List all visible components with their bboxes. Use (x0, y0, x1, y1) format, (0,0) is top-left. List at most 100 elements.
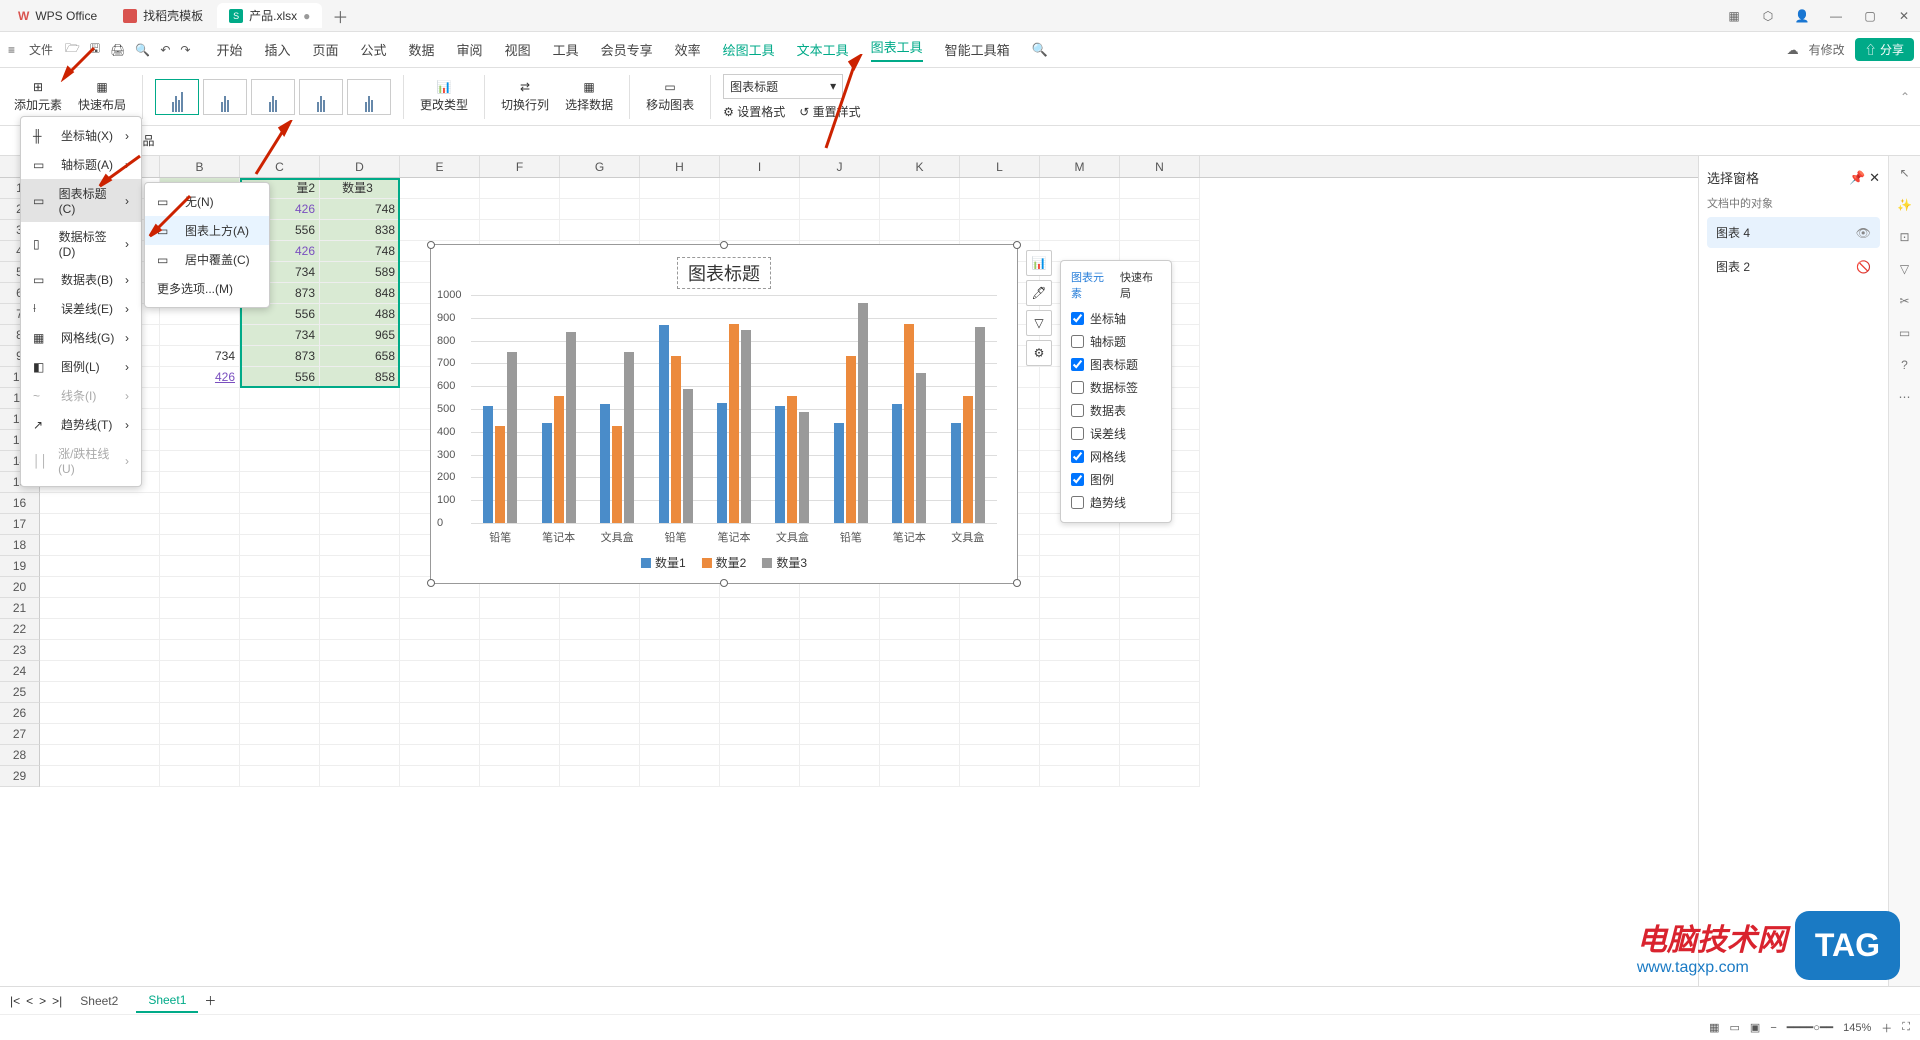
tab-formula[interactable]: 公式 (361, 40, 387, 59)
bar-文具盒-数量1[interactable] (600, 404, 610, 523)
save-icon[interactable]: 🖫 (90, 39, 100, 60)
template-tab[interactable]: 找稻壳模板 (111, 3, 215, 28)
checkbox[interactable] (1071, 358, 1084, 371)
close-pane-icon[interactable]: ✕ (1869, 170, 1880, 185)
bar-铅笔-数量3[interactable] (683, 389, 693, 523)
row-header-24[interactable]: 24 (0, 661, 40, 682)
col-header-G[interactable]: G (560, 156, 640, 177)
bar-铅笔-数量2[interactable] (846, 356, 856, 523)
bar-铅笔-数量3[interactable] (858, 303, 868, 523)
bar-铅笔-数量2[interactable] (495, 426, 505, 523)
menu-item-图表标题(C)[interactable]: ▭图表标题(C)› (21, 179, 141, 222)
style-tool-icon[interactable]: ✨ (1897, 198, 1912, 212)
checkbox[interactable] (1071, 335, 1084, 348)
move-chart-button[interactable]: ▭移动图表 (642, 78, 698, 115)
row-header-17[interactable]: 17 (0, 514, 40, 535)
quick-layout-button[interactable]: ▦ 快速布局 (74, 78, 130, 115)
bar-文具盒-数量3[interactable] (624, 352, 634, 523)
chart-object[interactable]: 图表标题 01002003004005006007008009001000铅笔笔… (430, 244, 1018, 584)
add-tab-button[interactable]: ＋ (324, 4, 356, 28)
help-tool-icon[interactable]: ? (1901, 358, 1908, 372)
bar-文具盒-数量3[interactable] (799, 412, 809, 523)
sheet-nav-prev[interactable]: < (26, 994, 33, 1008)
chart-plot-area[interactable]: 01002003004005006007008009001000铅笔笔记本文具盒… (471, 295, 997, 523)
filter-tool-icon[interactable]: ▽ (1900, 262, 1909, 276)
menu-item-数据标签(D)[interactable]: ▯数据标签(D)› (21, 222, 141, 265)
set-format-button[interactable]: ⚙ 设置格式 (723, 103, 785, 120)
bar-文具盒-数量1[interactable] (951, 423, 961, 523)
row-header-29[interactable]: 29 (0, 766, 40, 787)
bar-笔记本-数量2[interactable] (554, 396, 564, 523)
tab-text-tools[interactable]: 文本工具 (797, 40, 849, 59)
select-data-button[interactable]: ▦选择数据 (561, 78, 617, 115)
search-icon[interactable]: 🔍 (1032, 42, 1048, 58)
file-menu[interactable]: 文件 (27, 37, 55, 62)
bar-铅笔-数量3[interactable] (507, 352, 517, 523)
minimize-button[interactable]: — (1826, 6, 1846, 26)
tab-smart-tools[interactable]: 智能工具箱 (945, 40, 1010, 59)
bar-铅笔-数量1[interactable] (659, 325, 669, 523)
chart-handle-br[interactable] (1013, 579, 1021, 587)
checkbox[interactable] (1071, 450, 1084, 463)
bar-文具盒-数量1[interactable] (775, 406, 785, 523)
open-icon[interactable]: 🗁 (65, 39, 80, 60)
menu-item-图例(L)[interactable]: ◧图例(L)› (21, 352, 141, 381)
view-normal-icon[interactable]: ▦ (1709, 1021, 1719, 1034)
tab-data[interactable]: 数据 (409, 40, 435, 59)
chart-settings-button[interactable]: ⚙ (1026, 340, 1052, 366)
chart-handle-tl[interactable] (427, 241, 435, 249)
chart-elem-轴标题[interactable]: 轴标题 (1071, 330, 1161, 353)
tab-start[interactable]: 开始 (216, 40, 242, 59)
view-page-icon[interactable]: ▭ (1730, 1021, 1740, 1034)
col-header-E[interactable]: E (400, 156, 480, 177)
col-header-N[interactable]: N (1120, 156, 1200, 177)
chart-style-button[interactable]: 🖊 (1026, 280, 1052, 306)
chart-style-5[interactable] (347, 79, 391, 115)
avatar-icon[interactable]: 👤 (1792, 6, 1812, 26)
chart-elements-button[interactable]: 📊 (1026, 250, 1052, 276)
submenu-item-居中覆盖(C)[interactable]: ▭居中覆盖(C) (145, 245, 269, 274)
sheet-tab-1[interactable]: Sheet1 (136, 989, 198, 1013)
reset-style-button[interactable]: ↺ 重置样式 (799, 103, 860, 120)
chart-title[interactable]: 图表标题 (677, 257, 771, 289)
tab-tools[interactable]: 工具 (553, 40, 579, 59)
bar-笔记本-数量2[interactable] (904, 324, 914, 523)
pin-icon[interactable]: 📌 (1849, 170, 1865, 185)
col-header-L[interactable]: L (960, 156, 1040, 177)
menu-item-坐标轴(X)[interactable]: ╫坐标轴(X)› (21, 121, 141, 150)
bar-笔记本-数量3[interactable] (566, 332, 576, 523)
preview-icon[interactable]: 🔍 (135, 43, 150, 57)
menu-item-数据表(B)[interactable]: ▭数据表(B)› (21, 265, 141, 294)
bar-铅笔-数量1[interactable] (483, 406, 493, 523)
zoom-in-icon[interactable]: ＋ (1881, 1020, 1892, 1036)
bar-文具盒-数量2[interactable] (612, 426, 622, 523)
menu-icon[interactable]: ≡ (6, 39, 17, 61)
bar-文具盒-数量2[interactable] (963, 396, 973, 523)
chart-handle-tr[interactable] (1013, 241, 1021, 249)
row-header-23[interactable]: 23 (0, 640, 40, 661)
chart-elem-误差线[interactable]: 误差线 (1071, 422, 1161, 445)
chart-elem-坐标轴[interactable]: 坐标轴 (1071, 307, 1161, 330)
tab-review[interactable]: 审阅 (457, 40, 483, 59)
bar-铅笔-数量2[interactable] (671, 356, 681, 523)
bar-铅笔-数量1[interactable] (834, 423, 844, 523)
col-header-F[interactable]: F (480, 156, 560, 177)
submenu-item-无(N)[interactable]: ▭无(N) (145, 187, 269, 216)
menu-item-轴标题(A)[interactable]: ▭轴标题(A)› (21, 150, 141, 179)
chart-element-select[interactable]: 图表标题▾ (723, 74, 843, 99)
chart-style-2[interactable] (203, 79, 247, 115)
col-header-D[interactable]: D (320, 156, 400, 177)
checkbox[interactable] (1071, 312, 1084, 325)
link-tool-icon[interactable]: ✂ (1899, 294, 1909, 308)
selection-item-图表 2[interactable]: 图表 2🚫 (1707, 251, 1880, 282)
layout-tool-icon[interactable]: ⊡ (1899, 230, 1909, 244)
visibility-icon[interactable]: 🚫 (1856, 260, 1871, 274)
chart-elem-数据标签[interactable]: 数据标签 (1071, 376, 1161, 399)
wps-tab[interactable]: W WPS Office (6, 5, 109, 27)
add-sheet-button[interactable]: ＋ (204, 992, 216, 1009)
chart-handle-bl[interactable] (427, 579, 435, 587)
bar-文具盒-数量3[interactable] (975, 327, 985, 523)
row-header-21[interactable]: 21 (0, 598, 40, 619)
cursor-tool-icon[interactable]: ↖ (1899, 166, 1909, 180)
chart-style-3[interactable] (251, 79, 295, 115)
